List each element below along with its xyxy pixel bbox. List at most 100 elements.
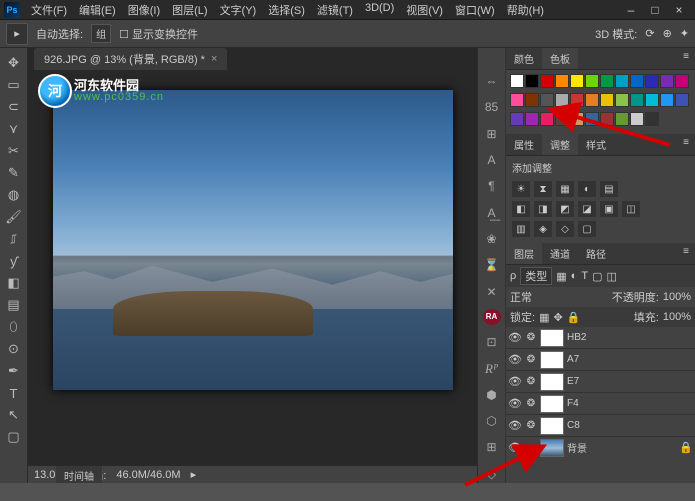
threed-orbit-icon[interactable]: ⟳ (645, 27, 654, 40)
menu-file[interactable]: 文件(F) (26, 0, 72, 20)
strip-item-x[interactable]: ✕ (482, 282, 502, 300)
swatch[interactable] (585, 112, 599, 126)
swatch[interactable] (540, 93, 554, 107)
adjustment-icon[interactable]: ◐ (578, 181, 596, 197)
path-select-tool[interactable]: ↖ (2, 404, 26, 426)
layer-name[interactable]: A7 (567, 354, 693, 365)
swatch[interactable] (510, 93, 524, 107)
tab-channels[interactable]: 通道 (542, 243, 578, 264)
layer-name[interactable]: C8 (567, 420, 693, 431)
layer-row[interactable]: 👁背景🔒 (506, 437, 695, 457)
strip-item-clone[interactable]: ⌛ (482, 256, 502, 274)
transform-controls-checkbox[interactable]: ☐ 显示变换控件 (119, 26, 198, 42)
document-tab[interactable]: 926.JPG @ 13% (背景, RGB/8) * × (34, 48, 227, 70)
layer-thumbnail[interactable] (540, 351, 564, 369)
layer-row[interactable]: 👁❂E7 (506, 371, 695, 393)
adjustment-icon[interactable]: ◨ (534, 201, 552, 217)
menu-3d[interactable]: 3D(D) (360, 0, 399, 20)
quick-select-tool[interactable]: ⋎ (2, 118, 26, 140)
visibility-icon[interactable]: 👁 (508, 353, 522, 366)
fill-input[interactable]: 100% (663, 311, 691, 323)
strip-item-rp[interactable]: Rᴾ (482, 359, 502, 377)
strip-item-char[interactable]: A (482, 151, 502, 169)
tab-color[interactable]: 颜色 (506, 48, 542, 69)
dodge-tool[interactable]: ⊙ (2, 338, 26, 360)
strip-item-ra[interactable]: RA (483, 309, 501, 325)
strip-item-para[interactable]: ¶ (482, 177, 502, 195)
fx-icon[interactable]: ❂ (525, 332, 537, 343)
layer-row[interactable]: 👁❂C8 (506, 415, 695, 437)
menu-layer[interactable]: 图层(L) (167, 0, 212, 20)
tab-paths[interactable]: 路径 (578, 243, 614, 264)
adjustment-icon[interactable]: ▣ (600, 201, 618, 217)
menu-select[interactable]: 选择(S) (263, 0, 310, 20)
tab-swatches[interactable]: 色板 (542, 48, 578, 69)
lock-all-icon[interactable]: 🔒 (567, 311, 581, 324)
menu-image[interactable]: 图像(I) (123, 0, 165, 20)
swatch[interactable] (645, 74, 659, 88)
layer-thumbnail[interactable] (540, 395, 564, 413)
menu-window[interactable]: 窗口(W) (450, 0, 500, 20)
adjustment-icon[interactable]: ▦ (556, 181, 574, 197)
lock-pixels-icon[interactable]: ▦ (539, 311, 549, 324)
strip-item-box[interactable]: ⊡ (482, 333, 502, 351)
pen-tool[interactable]: ✒ (2, 360, 26, 382)
swatch[interactable] (525, 112, 539, 126)
eyedropper-tool[interactable]: ✎ (2, 162, 26, 184)
filter-icon[interactable]: ρ (510, 270, 516, 282)
fx-icon[interactable]: ❂ (525, 398, 537, 409)
marquee-tool[interactable]: ▭ (2, 74, 26, 96)
swatch[interactable] (600, 93, 614, 107)
layer-name[interactable]: 背景 (567, 440, 676, 455)
filter-smart-icon[interactable]: ◫ (606, 270, 616, 283)
timeline-tab[interactable]: 时间轴 (56, 465, 102, 483)
adjustment-icon[interactable]: ▤ (600, 181, 618, 197)
threed-slide-icon[interactable]: ✦ (680, 27, 689, 40)
strip-item-dia[interactable]: ◇ (482, 465, 502, 483)
swatch[interactable] (540, 112, 554, 126)
layer-kind-dropdown[interactable]: 类型 (520, 267, 552, 285)
tab-layers[interactable]: 图层 (506, 243, 542, 264)
adjustment-icon[interactable]: ⧗ (534, 181, 552, 197)
opacity-input[interactable]: 100% (663, 291, 691, 303)
swatch[interactable] (570, 112, 584, 126)
healing-tool[interactable]: ◍ (2, 184, 26, 206)
minimize-button[interactable]: – (623, 3, 639, 17)
swatch[interactable] (660, 93, 674, 107)
auto-select-dropdown[interactable]: 组 (91, 24, 111, 43)
menu-filter[interactable]: 滤镜(T) (312, 0, 358, 20)
panel-menu-icon[interactable]: ≡ (677, 243, 695, 264)
swatch[interactable] (675, 93, 689, 107)
menu-edit[interactable]: 编辑(E) (74, 0, 121, 20)
layer-thumbnail[interactable] (540, 329, 564, 347)
lasso-tool[interactable]: ⊂ (2, 96, 26, 118)
menu-view[interactable]: 视图(V) (401, 0, 448, 20)
tab-styles[interactable]: 样式 (578, 134, 614, 155)
swatch[interactable] (555, 93, 569, 107)
strip-item-history[interactable]: ⇔ (482, 72, 502, 90)
gradient-tool[interactable]: ▤ (2, 294, 26, 316)
type-tool[interactable]: T (2, 382, 26, 404)
adjustment-icon[interactable]: ◫ (622, 201, 640, 217)
swatch[interactable] (630, 112, 644, 126)
document-image[interactable] (53, 90, 453, 390)
shape-tool[interactable]: ▢ (2, 426, 26, 448)
swatch[interactable] (525, 93, 539, 107)
adjustment-icon[interactable]: ◈ (534, 221, 552, 237)
layer-name[interactable]: E7 (567, 376, 693, 387)
swatch[interactable] (510, 74, 524, 88)
layer-row[interactable]: 👁❂HB2 (506, 327, 695, 349)
adjustment-icon[interactable]: ◇ (556, 221, 574, 237)
swatch[interactable] (540, 74, 554, 88)
filter-pixel-icon[interactable]: ▦ (556, 270, 566, 283)
fx-icon[interactable]: ❂ (525, 354, 537, 365)
blur-tool[interactable]: ⬯ (2, 316, 26, 338)
threed-pan-icon[interactable]: ⊕ (663, 27, 672, 40)
swatch[interactable] (570, 93, 584, 107)
blend-mode-dropdown[interactable]: 正常 (510, 289, 560, 305)
viewport[interactable] (28, 70, 477, 465)
menu-help[interactable]: 帮助(H) (502, 0, 549, 20)
strip-item-grid[interactable]: ⊞ (482, 438, 502, 456)
status-arrow-icon[interactable]: ▸ (191, 468, 197, 481)
history-brush-tool[interactable]: ƴ (2, 250, 26, 272)
